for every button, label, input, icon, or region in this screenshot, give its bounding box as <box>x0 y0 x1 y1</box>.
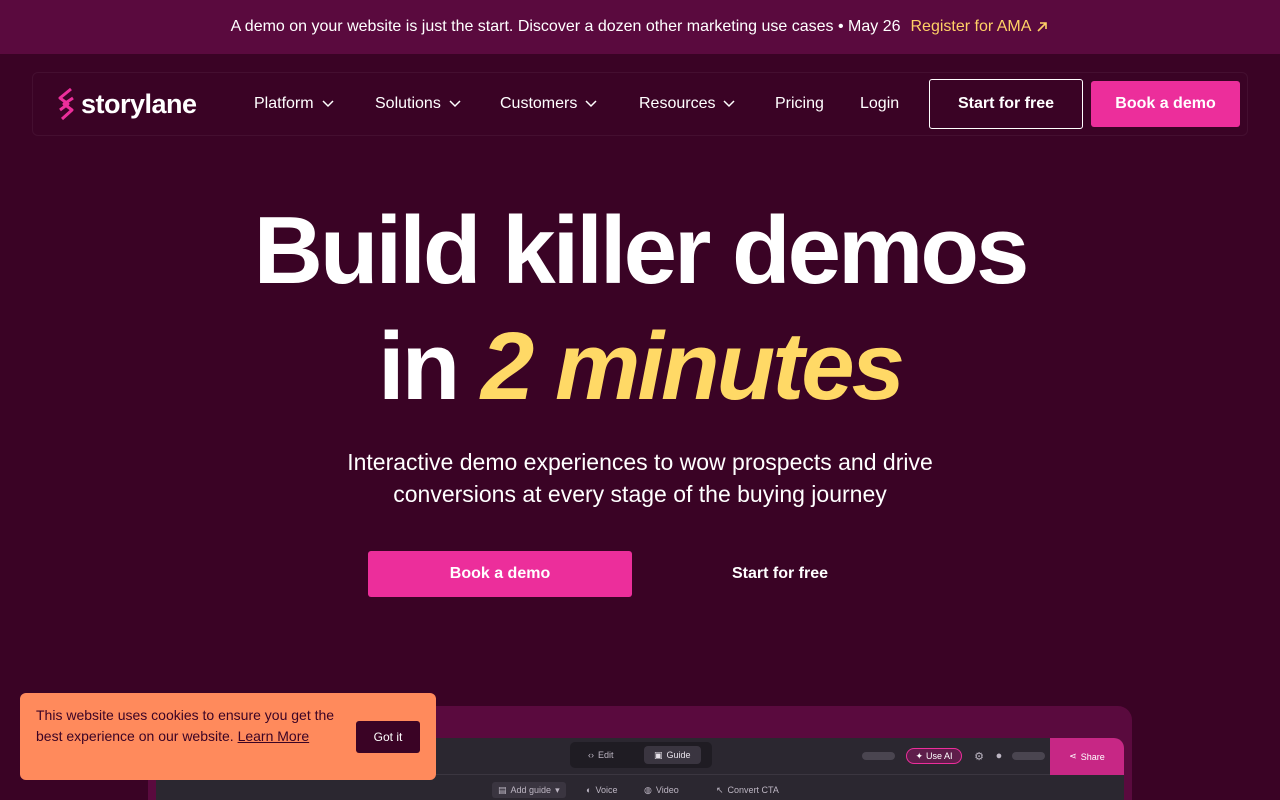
hero-book-demo-button[interactable]: Book a demo <box>368 551 632 597</box>
video-button[interactable]: ◍ Video <box>644 782 679 798</box>
convert-cta-label: Convert CTA <box>727 785 779 795</box>
preview-mode-toggle: ‹› Edit ▣ Guide <box>570 742 712 768</box>
hero-subtitle: Interactive demo experiences to wow pros… <box>347 449 933 507</box>
eye-icon[interactable]: ● <box>992 749 1006 763</box>
video-icon: ◍ <box>644 784 652 795</box>
register-ama-link[interactable]: Register for AMA <box>910 18 1049 36</box>
add-guide-button[interactable]: ▤ Add guide ▾ <box>492 782 566 798</box>
nav-resources-label: Resources <box>639 95 716 112</box>
tab-edit[interactable]: ‹› Edit <box>588 746 614 764</box>
tab-guide[interactable]: ▣ Guide <box>644 746 701 764</box>
add-guide-label: Add guide <box>510 785 552 795</box>
preview-placeholder-pill <box>862 752 895 760</box>
guide-icon: ▣ <box>654 749 663 760</box>
voice-icon: ◐ <box>586 785 592 795</box>
sparkle-icon: ✦ <box>915 750 924 761</box>
learn-more-link[interactable]: Learn More <box>238 728 310 744</box>
got-it-button[interactable]: Got it <box>356 721 420 753</box>
logo-text: storylane <box>81 88 197 119</box>
voice-label: Voice <box>595 785 618 795</box>
hero-title-accent: 2 minutes <box>480 313 905 420</box>
hero-start-free-button[interactable]: Start for free <box>648 551 912 597</box>
nav-login[interactable]: Login <box>860 93 899 115</box>
start-for-free-button[interactable]: Start for free <box>929 79 1083 129</box>
add-guide-icon: ▤ <box>498 784 507 795</box>
code-icon: ‹› <box>588 750 594 760</box>
nav-solutions[interactable]: Solutions <box>375 93 461 115</box>
voice-button[interactable]: ◐ Voice <box>586 782 617 798</box>
hero-title-line1: Build killer demos <box>253 197 1030 304</box>
storylane-logo[interactable]: storylane <box>55 87 197 121</box>
video-label: Video <box>655 785 679 795</box>
preview-placeholder-pill <box>1012 752 1045 760</box>
storylane-logo-icon <box>58 87 74 121</box>
chevron-down-icon: ▾ <box>555 784 560 795</box>
chevron-down-icon <box>322 100 334 108</box>
convert-cta-button[interactable]: ↖ Convert CTA <box>716 782 779 798</box>
use-ai-button[interactable]: ✦ Use AI <box>906 748 962 764</box>
book-demo-button[interactable]: Book a demo <box>1091 81 1240 127</box>
cookie-message: This website uses cookies to ensure you … <box>36 705 336 747</box>
nav-platform-label: Platform <box>254 95 314 112</box>
hero-title-line2: in 2 minutes <box>0 312 1280 422</box>
announcement-text: A demo on your website is just the start… <box>230 18 901 35</box>
register-ama-label: Register for AMA <box>910 18 1032 35</box>
tab-edit-label: Edit <box>598 750 614 760</box>
share-icon: ⋖ <box>1069 751 1077 761</box>
nav-login-label: Login <box>860 95 900 112</box>
nav-solutions-label: Solutions <box>375 95 441 112</box>
nav-pricing[interactable]: Pricing <box>775 93 824 115</box>
gear-icon[interactable]: ⚙ <box>972 749 986 763</box>
nav-resources[interactable]: Resources <box>639 93 736 115</box>
share-button[interactable]: ⋖ Share <box>1050 738 1124 775</box>
nav-customers-label: Customers <box>500 95 578 112</box>
chevron-down-icon <box>449 100 461 108</box>
announcement-bar: A demo on your website is just the start… <box>0 0 1280 54</box>
nav-customers[interactable]: Customers <box>500 93 597 115</box>
cursor-icon: ↖ <box>716 784 724 795</box>
tab-guide-label: Guide <box>666 750 691 760</box>
main-nav: storylane Platform Solutions Customers R… <box>32 72 1248 136</box>
chevron-down-icon <box>585 100 597 108</box>
nav-platform[interactable]: Platform <box>254 93 334 115</box>
nav-pricing-label: Pricing <box>775 95 824 112</box>
arrow-up-right-icon <box>1037 22 1048 32</box>
share-label: Share <box>1080 751 1105 762</box>
use-ai-label: Use AI <box>926 751 953 761</box>
hero-title-prefix: in <box>377 313 481 420</box>
cookie-banner: This website uses cookies to ensure you … <box>20 693 436 780</box>
chevron-down-icon <box>723 100 736 108</box>
